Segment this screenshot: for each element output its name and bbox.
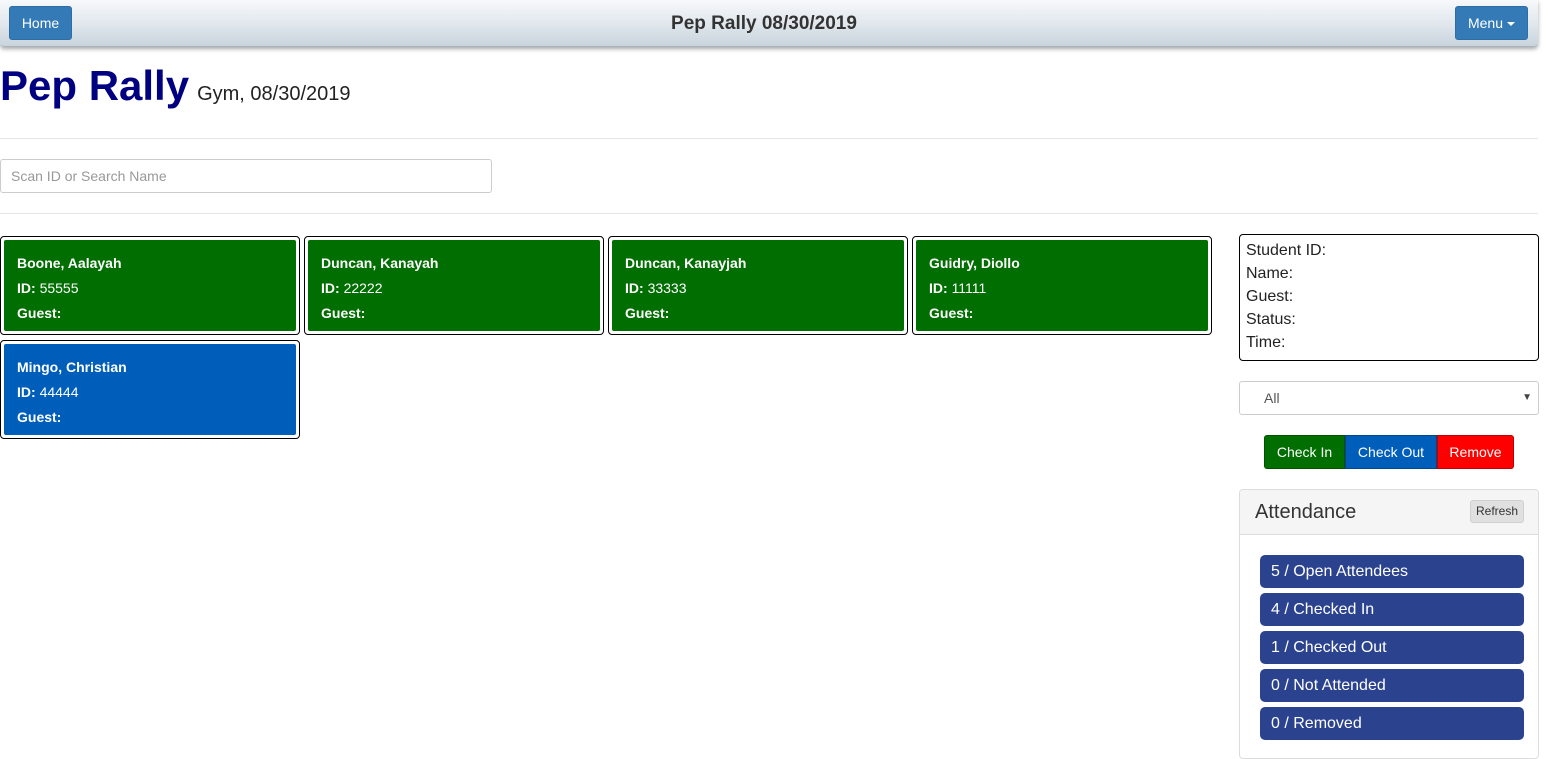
check-out-button[interactable]: Check Out — [1345, 435, 1437, 469]
id-label: ID: — [929, 280, 948, 296]
name-label: Name: — [1246, 265, 1294, 282]
guest-label: Guest: — [929, 305, 974, 321]
menu-button-label: Menu — [1467, 15, 1504, 31]
attendee-card[interactable]: Duncan, Kanayjah ID: 33333 Guest: — [608, 236, 908, 335]
attendee-name: Mingo, Christian — [17, 359, 127, 375]
attendee-card-body: Duncan, Kanayjah ID: 33333 Guest: — [611, 239, 905, 332]
guest-label: Guest: — [17, 409, 62, 425]
attendee-id-row: ID: 55555 — [17, 279, 283, 304]
attendee-guest-row: Guest: — [929, 304, 1195, 329]
navbar-title: Pep Rally 08/30/2019 — [671, 13, 857, 34]
id-label: ID: — [625, 280, 644, 296]
attendee-card[interactable]: Duncan, Kanayah ID: 22222 Guest: — [304, 236, 604, 335]
attendee-card-body: Mingo, Christian ID: 44444 Guest: — [3, 343, 297, 436]
stat-not-attended[interactable]: 0 / Not Attended — [1260, 669, 1524, 702]
dropdown-arrow-icon: ▼ — [1522, 392, 1532, 403]
attendee-name: Duncan, Kanayjah — [625, 255, 747, 271]
attendee-id-row: ID: 33333 — [625, 279, 891, 304]
divider — [0, 138, 1538, 139]
status-label: Status: — [1246, 311, 1296, 328]
guest-label: Guest: — [321, 305, 366, 321]
attendance-panel: Attendance Refresh 5 / Open Attendees 4 … — [1239, 489, 1539, 759]
attendee-name: Duncan, Kanayah — [321, 255, 439, 271]
attendee-id: 33333 — [647, 280, 687, 296]
attendee-card[interactable]: Mingo, Christian ID: 44444 Guest: — [0, 340, 300, 439]
attendance-panel-header: Attendance Refresh — [1240, 490, 1538, 535]
guest-label: Guest: — [17, 305, 62, 321]
stat-open-attendees[interactable]: 5 / Open Attendees — [1260, 555, 1524, 588]
attendee-id-row: ID: 22222 — [321, 279, 587, 304]
student-details-box: Student ID: Name: Guest: Status: Time: — [1239, 234, 1539, 361]
attendee-name: Guidry, Diollo — [929, 255, 1020, 271]
attendee-card[interactable]: Boone, Aalayah ID: 55555 Guest: — [0, 236, 300, 335]
check-in-button[interactable]: Check In — [1264, 435, 1345, 469]
attendance-title: Attendance — [1255, 501, 1357, 523]
filter-selected-value: All — [1264, 390, 1280, 406]
attendee-card-body: Boone, Aalayah ID: 55555 Guest: — [3, 239, 297, 332]
top-navbar: Pep Rally 08/30/2019 Home Menu — [0, 0, 1538, 47]
guest-label: Guest: — [1246, 288, 1294, 305]
attendee-guest-row: Guest: — [17, 304, 283, 329]
attendee-id: 11111 — [951, 280, 987, 296]
id-label: ID: — [321, 280, 340, 296]
page-heading: Pep Rally Gym, 08/30/2019 — [0, 62, 351, 110]
search-input[interactable] — [0, 159, 492, 193]
guest-label: Guest: — [625, 305, 670, 321]
attendee-id: 22222 — [343, 280, 383, 296]
menu-button[interactable]: Menu — [1455, 6, 1528, 40]
id-label: ID: — [17, 280, 36, 296]
page-subtitle: Gym, 08/30/2019 — [197, 83, 351, 105]
attendee-card-body: Guidry, Diollo ID: 11111 Guest: — [915, 239, 1209, 332]
action-button-group: Check In Check Out Remove — [1264, 435, 1514, 469]
home-button[interactable]: Home — [9, 6, 72, 40]
attendee-guest-row: Guest: — [321, 304, 587, 329]
attendee-guest-row: Guest: — [17, 408, 283, 433]
status-filter-select[interactable]: All ▼ — [1239, 381, 1539, 415]
attendee-card-body: Duncan, Kanayah ID: 22222 Guest: — [307, 239, 601, 332]
attendee-id: 44444 — [39, 384, 79, 400]
attendee-name: Boone, Aalayah — [17, 255, 122, 271]
attendee-id: 55555 — [39, 280, 79, 296]
stat-checked-out[interactable]: 1 / Checked Out — [1260, 631, 1524, 664]
refresh-button[interactable]: Refresh — [1470, 500, 1524, 523]
student-id-label: Student ID: — [1246, 242, 1327, 259]
attendee-card[interactable]: Guidry, Diollo ID: 11111 Guest: — [912, 236, 1212, 335]
divider — [0, 213, 1538, 214]
attendee-id-row: ID: 11111 — [929, 279, 1195, 304]
remove-button[interactable]: Remove — [1437, 435, 1514, 469]
caret-down-icon — [1507, 22, 1516, 27]
stat-checked-in[interactable]: 4 / Checked In — [1260, 593, 1524, 626]
page-title: Pep Rally — [0, 62, 190, 109]
stat-removed[interactable]: 0 / Removed — [1260, 707, 1524, 740]
id-label: ID: — [17, 384, 36, 400]
time-label: Time: — [1246, 334, 1286, 351]
attendee-id-row: ID: 44444 — [17, 383, 283, 408]
attendee-guest-row: Guest: — [625, 304, 891, 329]
